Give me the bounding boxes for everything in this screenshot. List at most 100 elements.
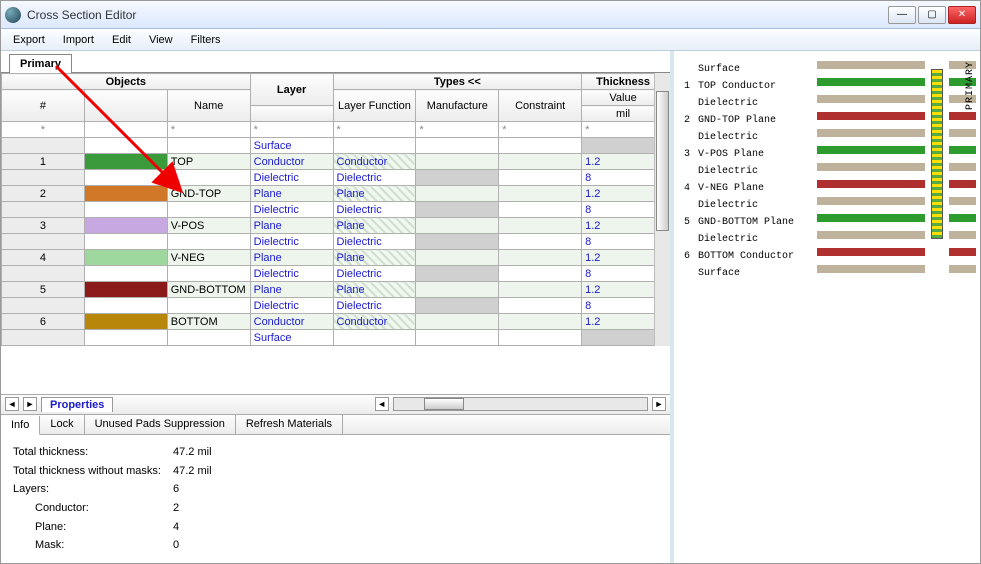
filter-row[interactable]: * * * * * * * [2,122,665,138]
table-row[interactable]: DielectricDielectric8 [2,234,665,250]
menu-filters[interactable]: Filters [183,32,229,48]
mask-value: 0 [173,536,179,555]
conductor-value: 2 [173,499,179,518]
layer-chip-icon [85,154,167,169]
stackup-bar [817,180,925,188]
minimize-button[interactable]: — [888,6,916,24]
stackup-bar [949,265,976,273]
prev-sheet-button[interactable]: ◄ [5,397,19,411]
table-row[interactable]: Surface [2,330,665,346]
tab-unused-pads[interactable]: Unused Pads Suppression [85,415,236,434]
stackup-bar [949,112,976,120]
menu-export[interactable]: Export [5,32,53,48]
stackup-bar [817,129,925,137]
titlebar: Cross Section Editor — ▢ ✕ [1,1,980,29]
stackup-row: 2GND-TOP Plane [684,112,813,129]
total-thickness-nomask-label: Total thickness without masks: [13,462,173,481]
table-row[interactable]: 6BOTTOMConductorConductor1.2 [2,314,665,330]
stackup-bar [817,265,925,273]
stackup-row: 5GND-BOTTOM Plane [684,214,813,231]
menu-view[interactable]: View [141,32,181,48]
plane-label: Plane: [13,518,173,537]
close-button[interactable]: ✕ [948,6,976,24]
via-column-icon [931,69,943,239]
stackup-bar [817,197,925,205]
window-title: Cross Section Editor [27,8,888,22]
stackup-row: 3V-POS Plane [684,146,813,163]
table-row[interactable]: DielectricDielectric8 [2,170,665,186]
next-sheet-button[interactable]: ► [23,397,37,411]
table-row[interactable]: 4V-NEGPlanePlane1.2 [2,250,665,266]
stackup-bar [817,163,925,171]
stackup-bar [949,197,976,205]
stackup-bar [817,231,925,239]
stackup-bar [817,214,925,222]
total-thickness-label: Total thickness: [13,443,173,462]
stackup-row: Dielectric [684,163,813,180]
menu-import[interactable]: Import [55,32,102,48]
col-group-objects[interactable]: Objects [2,74,251,90]
grid-vscrollbar[interactable] [654,73,670,346]
tab-lock[interactable]: Lock [40,415,84,434]
stackup-row: Dielectric [684,231,813,248]
stackup-bar [817,95,925,103]
stackup-bar [949,214,976,222]
col-group-thickness[interactable]: Thickness [582,74,665,90]
stackup-vlabel: PRIMARY [965,61,976,110]
tab-refresh-materials[interactable]: Refresh Materials [236,415,343,434]
col-cons[interactable]: Constraint [499,90,582,122]
stackup-bar [949,129,976,137]
bottom-tabs: Info Lock Unused Pads Suppression Refres… [1,414,670,435]
info-pane: Total thickness:47.2 mil Total thickness… [1,435,670,563]
col-func[interactable]: Layer Function [333,90,416,122]
hscroll-left[interactable]: ◄ [375,397,389,411]
layer-chip-icon [85,282,167,297]
stackup-bar [817,248,925,256]
total-thickness-value: 47.2 mil [173,443,212,462]
col-mil[interactable]: mil [582,106,665,122]
col-num[interactable]: # [2,90,85,122]
plane-value: 4 [173,518,179,537]
table-row[interactable]: 2GND-TOPPlanePlane1.2 [2,186,665,202]
conductor-label: Conductor: [13,499,173,518]
hscroll-thumb[interactable] [424,398,464,410]
layers-grid[interactable]: Objects Layer Types << Thickness # Name … [1,73,665,346]
stackup-row: Dielectric [684,95,813,112]
app-icon [5,7,21,23]
layer-chip-icon [85,250,167,265]
table-row[interactable]: 3V-POSPlanePlane1.2 [2,218,665,234]
stackup-row: Dielectric [684,197,813,214]
stackup-bar [817,61,925,69]
table-row[interactable]: DielectricDielectric8 [2,202,665,218]
stackup-bar [817,78,925,86]
stackup-row: Surface [684,61,813,78]
col-name[interactable]: Name [167,90,250,122]
menubar: Export Import Edit View Filters [1,29,980,51]
col-layer[interactable]: Layer [250,74,333,106]
layer-chip-icon [85,218,167,233]
table-row[interactable]: DielectricDielectric8 [2,298,665,314]
stackup-bar [949,146,976,154]
menu-edit[interactable]: Edit [104,32,139,48]
layer-chip-icon [85,186,167,201]
table-row[interactable]: 5GND-BOTTOMPlanePlane1.2 [2,282,665,298]
stackup-bar [949,180,976,188]
tab-primary[interactable]: Primary [9,54,72,73]
col-value[interactable]: Value [582,90,665,106]
vscroll-thumb[interactable] [656,91,669,231]
col-group-types[interactable]: Types << [333,74,582,90]
table-row[interactable]: Surface [2,138,665,154]
stackup-row: 6BOTTOM Conductor [684,248,813,265]
hscroll-right[interactable]: ► [652,397,666,411]
table-row[interactable]: DielectricDielectric8 [2,266,665,282]
table-row[interactable]: 1TOPConductorConductor1.2 [2,154,665,170]
layers-label: Layers: [13,480,173,499]
tab-info[interactable]: Info [1,416,40,435]
col-manu[interactable]: Manufacture [416,90,499,122]
stackup-bar [817,146,925,154]
stackup-bar [949,231,976,239]
grid-hscrollbar[interactable] [393,397,648,411]
maximize-button[interactable]: ▢ [918,6,946,24]
tab-properties[interactable]: Properties [41,397,113,412]
stackup-row: Dielectric [684,129,813,146]
